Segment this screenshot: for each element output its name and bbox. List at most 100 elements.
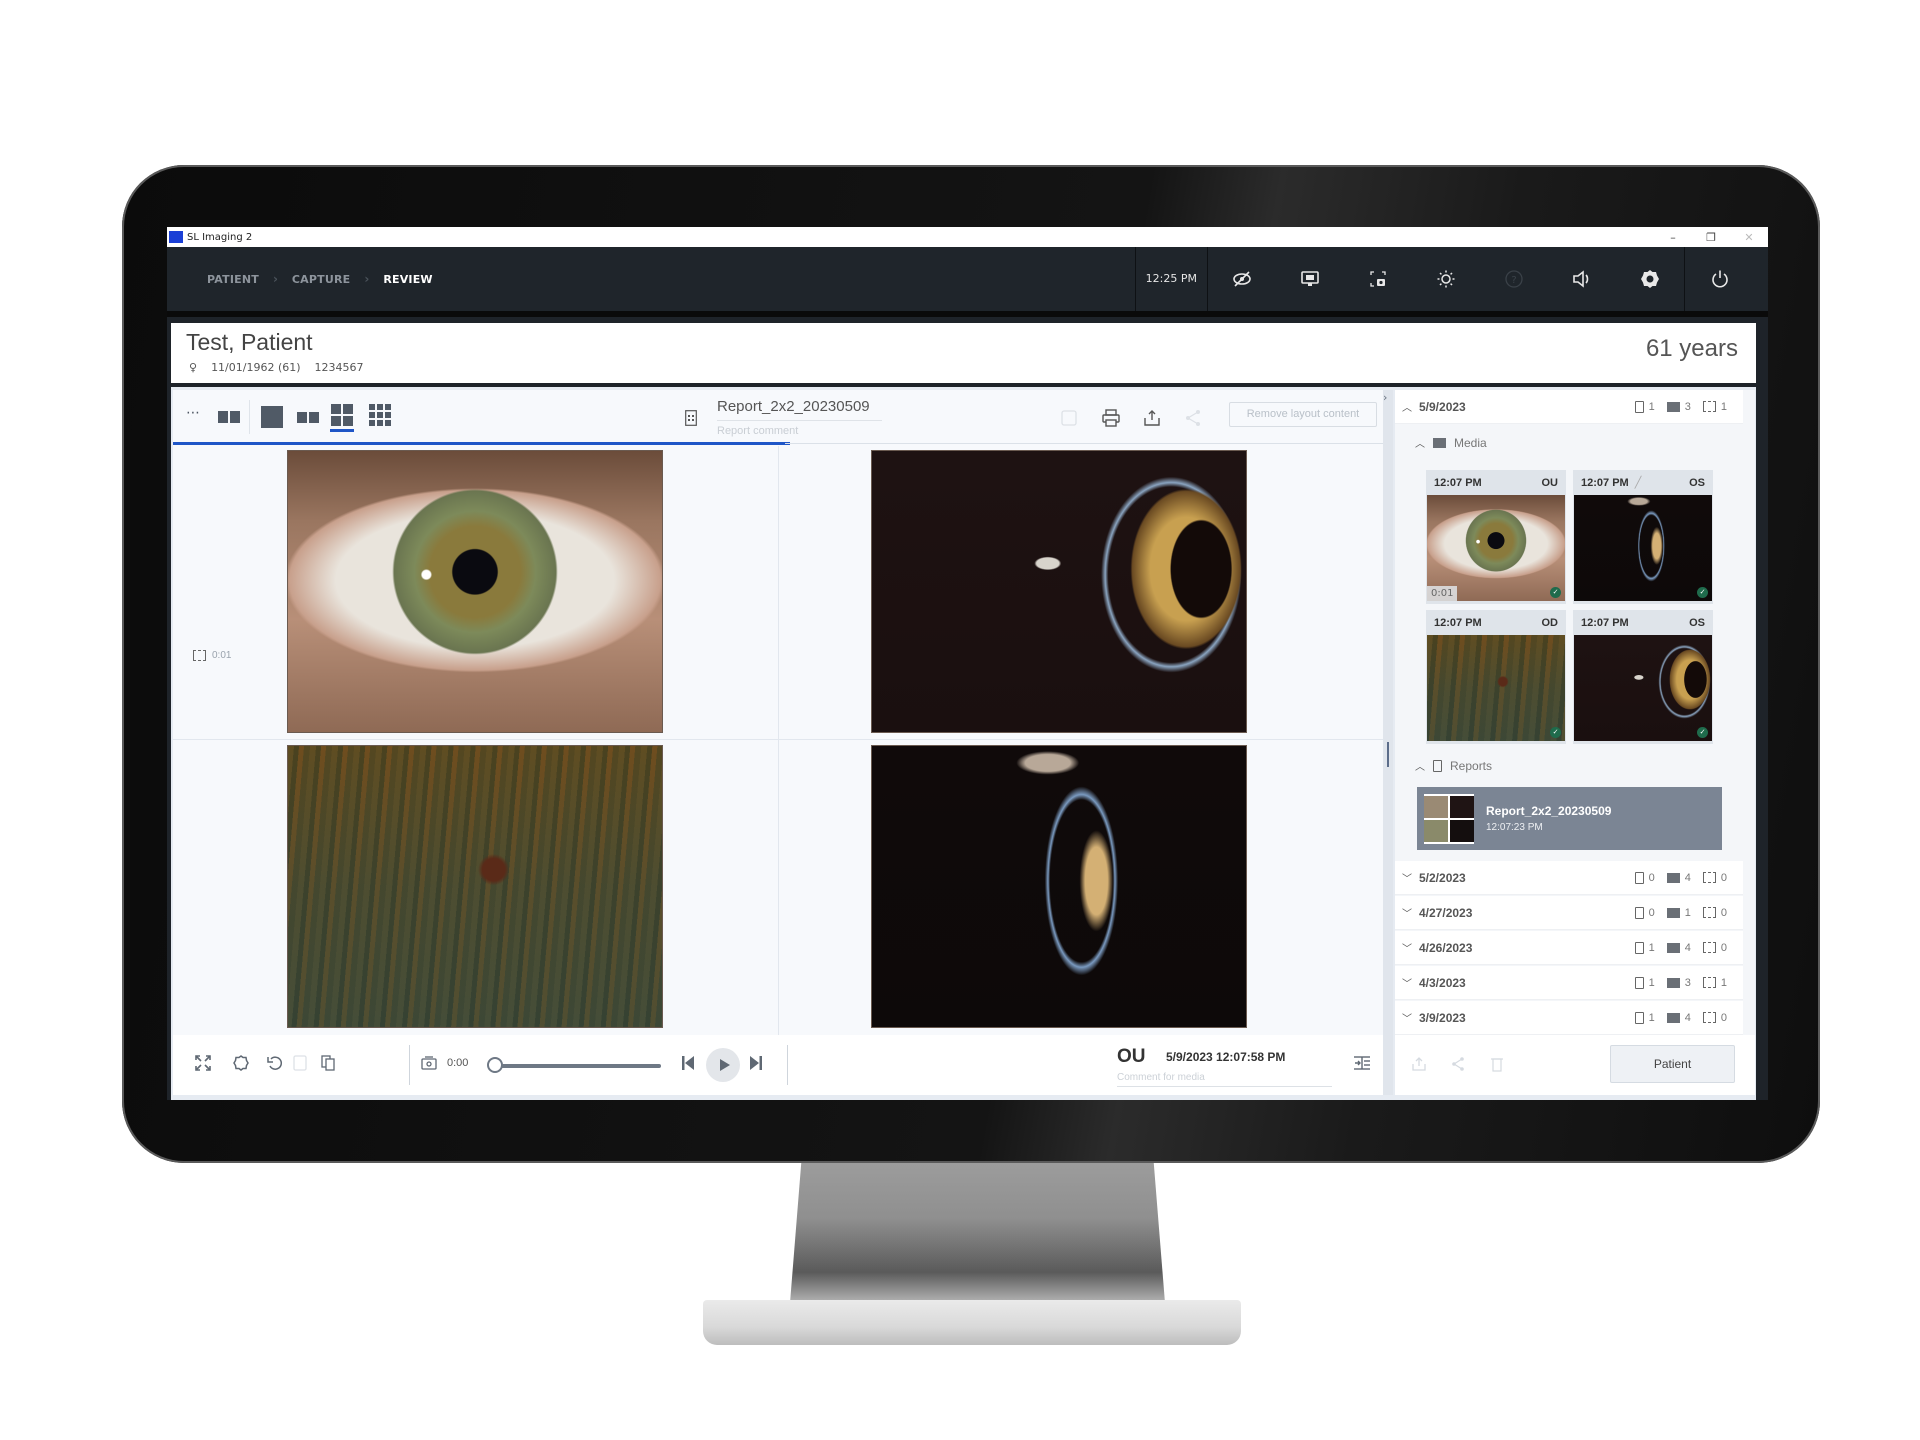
settings-gear-icon[interactable]	[1616, 247, 1684, 311]
grid-cell-top-left[interactable]: 0:01	[173, 446, 777, 740]
export-icon[interactable]	[1143, 409, 1161, 431]
snapshot-camera-icon[interactable]	[421, 1055, 437, 1074]
video-count: 0	[1720, 871, 1727, 884]
slit-lamp-image[interactable]	[871, 450, 1247, 733]
playback-slider-track[interactable]	[493, 1064, 661, 1068]
collapse-panel-icon[interactable]: ›	[1383, 391, 1387, 404]
chevron-down-icon[interactable]: ﹀	[1395, 1010, 1419, 1025]
thumbnail-duration-label: 0:01	[1431, 588, 1454, 599]
grid-cell-bottom-right[interactable]	[779, 741, 1383, 1035]
check-icon: ✓	[1697, 727, 1708, 738]
skip-forward-icon[interactable]	[749, 1055, 763, 1075]
splitter-handle[interactable]	[1387, 742, 1389, 767]
media-section-header[interactable]: ︿ Media	[1415, 435, 1487, 451]
eye-video-frame[interactable]	[287, 450, 663, 733]
screenshot-camera-icon[interactable]	[1344, 247, 1412, 311]
report-name[interactable]: Report_2x2_20230509	[717, 398, 870, 415]
eye-hidden-icon[interactable]	[1208, 247, 1276, 311]
minimize-button[interactable]: –	[1654, 231, 1692, 244]
media-thumbnail[interactable]: 12:07 PM OU 0:01 ✓	[1426, 470, 1566, 604]
visit-counts: 1 3 1	[1634, 400, 1727, 413]
visit-row-expanded[interactable]: ︿ 5/9/2023 1 3 1	[1395, 390, 1743, 424]
play-button[interactable]	[706, 1048, 740, 1082]
layout-2x2-icon	[331, 404, 341, 414]
top-navigation: PATIENT › CAPTURE › REVIEW 12:25 PM ?	[167, 247, 1768, 317]
image-count-icon	[1666, 907, 1680, 918]
chevron-down-icon[interactable]: ﹀	[1395, 975, 1419, 990]
breadcrumb-patient[interactable]: PATIENT	[207, 273, 259, 286]
grid-cell-top-right[interactable]	[779, 446, 1383, 740]
visit-row[interactable]: ﹀ 5/2/2023 0 4 0	[1395, 861, 1743, 895]
reports-section-header[interactable]: ︿ Reports	[1415, 758, 1492, 774]
video-count: 0	[1720, 906, 1727, 919]
layout-1x1-button[interactable]	[261, 406, 283, 428]
breadcrumb-capture[interactable]: CAPTURE	[292, 273, 350, 286]
video-count-icon	[1702, 401, 1716, 412]
grid-cell-bottom-left[interactable]	[173, 741, 777, 1035]
report-list-item-selected[interactable]: Report_2x2_20230509 12:07:23 PM	[1417, 787, 1722, 850]
play-icon	[719, 1059, 730, 1071]
power-icon[interactable]	[1684, 247, 1754, 311]
playback-time: 0:00	[447, 1057, 469, 1069]
layout-3x3-button[interactable]	[369, 404, 391, 426]
media-comment-input[interactable]: Comment for media	[1117, 1072, 1332, 1087]
visit-row[interactable]: ﹀ 4/26/2023 1 4 0	[1395, 931, 1743, 965]
monitor-camera-icon[interactable]	[1276, 247, 1344, 311]
check-icon: ✓	[1697, 587, 1708, 598]
report-comment-input[interactable]: Report comment	[717, 420, 882, 437]
save-icon	[293, 1055, 307, 1075]
reports-document-icon	[1433, 759, 1442, 772]
slit-lamp-image[interactable]	[871, 745, 1247, 1028]
chevron-down-icon[interactable]: ﹀	[1395, 905, 1419, 920]
media-thumbnail[interactable]: 12:07 PM OS ✓	[1573, 610, 1713, 744]
more-options-button[interactable]: ⋯	[186, 404, 200, 422]
toolbar-divider	[249, 400, 250, 434]
thumbnail-time: 12:07 PM	[1581, 476, 1629, 489]
image-count: 4	[1684, 941, 1691, 954]
report-count-icon	[1634, 906, 1644, 919]
grid-divider	[173, 739, 1383, 740]
patient-button[interactable]: Patient	[1610, 1045, 1735, 1083]
undo-icon[interactable]	[267, 1055, 283, 1075]
media-thumbnail[interactable]: 12:07 PM OD ✓	[1426, 610, 1566, 744]
chevron-down-icon[interactable]: ﹀	[1395, 940, 1419, 955]
layout-2x2-button[interactable]	[330, 404, 354, 432]
thumbnail-time: 12:07 PM	[1434, 476, 1482, 489]
delete-trash-icon	[1491, 1056, 1503, 1076]
layout-1x2-button[interactable]	[297, 412, 319, 423]
visit-counts: 1 3 1	[1634, 976, 1727, 989]
thumbnail-duration: 0:01	[1427, 586, 1458, 601]
breadcrumb-review[interactable]: REVIEW	[383, 273, 432, 286]
copy-icon[interactable]	[321, 1055, 335, 1075]
print-icon[interactable]	[1102, 409, 1120, 431]
media-thumbnail[interactable]: 12:07 PM ╱ OS ✓	[1573, 470, 1713, 604]
visit-row[interactable]: ﹀ 3/9/2023 1 4 0	[1395, 1001, 1743, 1035]
toolbar-bottom-border	[785, 443, 1383, 444]
layout-compare-button[interactable]	[218, 411, 240, 423]
chevron-up-icon: ︿	[1415, 762, 1425, 773]
maximize-button[interactable]: ❐	[1692, 231, 1730, 244]
monitor-stand-neck	[790, 1163, 1165, 1303]
selected-layout-indicator	[330, 429, 354, 432]
volume-icon[interactable]	[1548, 247, 1616, 311]
brightness-icon[interactable]	[1412, 247, 1480, 311]
visit-row[interactable]: ﹀ 4/27/2023 0 1 0	[1395, 896, 1743, 930]
close-button[interactable]: ✕	[1730, 231, 1768, 244]
monitor-stand-base	[703, 1300, 1241, 1345]
fullscreen-icon[interactable]	[195, 1055, 211, 1075]
visit-date: 4/26/2023	[1419, 940, 1473, 955]
iris-closeup-image[interactable]	[287, 745, 663, 1028]
layout-2x2-icon-part	[331, 416, 341, 426]
report-count: 1	[1648, 976, 1655, 989]
remove-layout-content-button[interactable]: Remove layout content	[1229, 402, 1377, 427]
chevron-down-icon[interactable]: ﹀	[1395, 870, 1419, 885]
skip-back-icon[interactable]	[681, 1055, 695, 1075]
playback-slider-thumb[interactable]	[487, 1057, 503, 1073]
image-adjust-icon[interactable]	[233, 1055, 249, 1075]
chevron-up-icon: ︿	[1415, 439, 1425, 450]
visit-row[interactable]: ﹀ 4/3/2023 1 3 1	[1395, 966, 1743, 1000]
visits-panel-footer: Patient	[1395, 1035, 1755, 1095]
align-adjust-icon[interactable]	[1353, 1055, 1371, 1075]
chevron-up-icon[interactable]: ︿	[1395, 399, 1419, 414]
breadcrumb-separator: ›	[272, 272, 278, 286]
